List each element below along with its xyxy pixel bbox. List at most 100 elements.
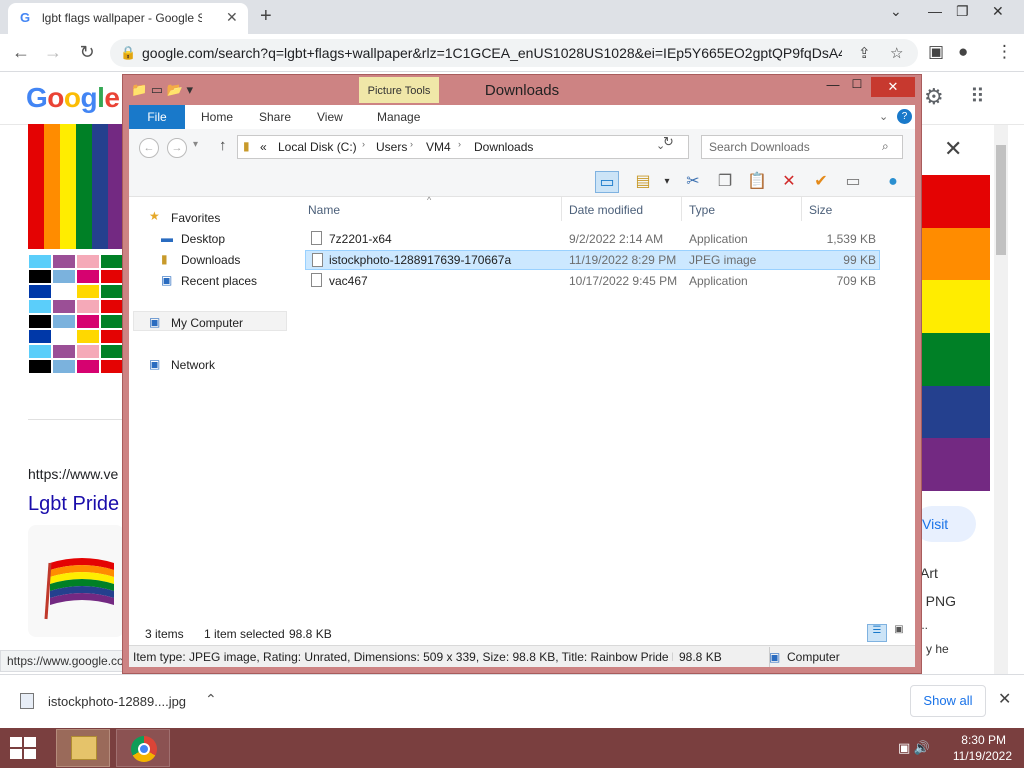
tab-manage[interactable]: Manage [377,110,420,124]
window-close-icon[interactable]: ✕ [992,3,1004,20]
breadcrumb-vm4[interactable]: VM4 [426,140,451,154]
bookmark-star-icon[interactable]: ☆ [890,44,903,62]
tab-close-icon[interactable]: ✕ [226,9,238,26]
column-divider[interactable] [561,197,562,221]
nav-my-computer[interactable]: My Computer [171,316,243,330]
flag-tile [53,360,75,373]
chevron-up-icon[interactable]: ⌃ [205,691,217,708]
column-date-modified[interactable]: Date modified [569,203,643,217]
scroll-thumb[interactable] [996,145,1006,255]
copy-icon[interactable]: ❐ [713,171,737,193]
address-bar[interactable]: ▮ « Local Disk (C:) › Users › VM4 › Down… [237,135,689,159]
column-type[interactable]: Type [689,203,715,217]
share-icon[interactable]: ⇪ [858,44,871,62]
windows-start-icon[interactable] [10,737,38,761]
nav-desktop[interactable]: Desktop [181,232,225,246]
large-icons-view-icon[interactable]: ▣ [889,624,909,642]
page-scrollbar[interactable] [994,125,1008,680]
breadcrumb-local-disk[interactable]: Local Disk (C:) [278,140,357,154]
file-row[interactable]: 7z2201-x64 9/2/2022 2:14 AM Application … [305,229,880,249]
forward-icon[interactable]: → [42,42,64,63]
back-icon[interactable]: ← [139,138,159,158]
google-logo[interactable]: Google [26,82,120,114]
reload-icon[interactable]: ↻ [76,42,98,63]
gear-icon[interactable]: ⚙ [924,84,944,110]
new-tab-icon[interactable]: + [260,5,272,28]
tab-view[interactable]: View [317,110,343,124]
up-folder-icon[interactable]: ↑ [219,137,227,154]
forward-icon[interactable]: → [167,138,187,158]
tab-home[interactable]: Home [201,110,233,124]
details-view-icon[interactable]: ☰ [867,624,887,642]
help-icon[interactable]: ? [897,109,912,124]
refresh-icon[interactable]: ↻ [663,134,674,150]
chevron-right-icon[interactable]: › [410,139,413,149]
chevron-right-icon[interactable]: › [362,139,365,149]
side-panel-icon[interactable]: ▣ [928,42,944,62]
omnibox[interactable]: 🔒 google.com/search?q=lgbt+flags+wallpap… [110,39,918,67]
profile-avatar-icon[interactable]: ● [958,42,968,62]
search-input[interactable]: Search Downloads ⌕ [701,135,903,159]
breadcrumb-overflow[interactable]: « [260,140,267,154]
cut-icon[interactable]: ✂ [681,171,705,193]
flags-collage-thumbnail[interactable] [28,254,124,374]
window-minimize-icon[interactable]: — [928,3,942,19]
column-divider[interactable] [801,197,802,221]
tab-share[interactable]: Share [259,110,291,124]
nav-network[interactable]: Network [171,358,215,372]
chevron-right-icon[interactable]: › [458,139,461,149]
visit-button[interactable]: Visit [914,506,976,542]
checkmark-icon[interactable]: ✔ [809,171,833,193]
apps-grid-icon[interactable]: ⠿ [970,84,985,109]
explorer-titlebar[interactable]: 📁 ▭ 📂 ▾ Picture Tools Downloads — ☐ ✕ [123,75,921,105]
globe-icon[interactable]: ● [881,171,905,193]
result-title[interactable]: Lgbt Pride [28,493,119,516]
tab-search-icon[interactable]: ⌄ [890,3,902,20]
back-icon[interactable]: ← [10,42,32,63]
file-row-selected[interactable]: istockphoto-1288917639-170667a 11/19/202… [305,250,880,270]
delete-icon[interactable]: ✕ [777,171,801,193]
recent-locations-icon[interactable]: ▾ [193,139,198,150]
nav-favorites[interactable]: Favorites [171,211,220,225]
application-file-icon [311,231,322,245]
taskbar-chrome[interactable] [116,729,170,767]
file-explorer-window[interactable]: 📁 ▭ 📂 ▾ Picture Tools Downloads — ☐ ✕ Fi… [122,74,922,674]
tray-network-volume-icons[interactable]: ▣ 🔊 [898,740,930,756]
clock-time[interactable]: 8:30 PM [956,733,1006,747]
expand-ribbon-icon[interactable]: ⌄ [879,110,888,123]
chevron-down-icon[interactable]: ▾ [655,171,679,193]
explorer-minimize-icon[interactable]: — [821,77,845,97]
column-name[interactable]: Name [308,203,340,217]
selection-count: 1 item selected [204,627,285,641]
search-icon[interactable]: ⌕ [882,139,889,154]
nav-downloads[interactable]: Downloads [181,253,240,267]
lock-icon[interactable]: 🔒 [120,45,136,61]
properties-icon[interactable]: ▤ [631,171,655,193]
rainbow-flag-thumbnail[interactable] [28,124,125,249]
file-row[interactable]: vac467 10/17/2022 9:45 PM Application 70… [305,271,880,291]
window-restore-icon[interactable]: ❐ [956,3,969,20]
column-size[interactable]: Size [809,203,832,217]
nav-recent-places[interactable]: Recent places [181,274,257,288]
rename-icon[interactable]: ▭ [841,171,865,193]
browser-tab[interactable]: G lgbt flags wallpaper - Google Se ✕ [8,3,248,34]
result-thumbnail[interactable] [28,525,124,637]
clock-date[interactable]: 11/19/2022 [948,749,1012,763]
column-divider[interactable] [681,197,682,221]
menu-kebab-icon[interactable]: ⋮ [996,42,1013,62]
breadcrumb-downloads[interactable]: Downloads [474,140,533,154]
taskbar-file-explorer[interactable] [56,729,110,767]
explorer-close-icon[interactable]: ✕ [871,77,915,97]
tab-file[interactable]: File [129,105,185,129]
download-item-name[interactable]: istockphoto-12889....jpg [48,694,186,709]
breadcrumb-users[interactable]: Users [376,140,407,154]
close-preview-icon[interactable]: ✕ [944,136,962,162]
paste-icon[interactable]: 📋 [745,171,769,193]
url-text[interactable]: google.com/search?q=lgbt+flags+wallpaper… [142,45,842,61]
result-url[interactable]: https://www.ve [28,466,118,482]
rainbow-flag-preview[interactable] [918,175,990,492]
close-downloads-bar-icon[interactable]: ✕ [998,689,1011,709]
show-all-button[interactable]: Show all [910,685,986,717]
explorer-maximize-icon[interactable]: ☐ [845,77,869,97]
preview-pane-icon[interactable]: ▭ [595,171,619,193]
